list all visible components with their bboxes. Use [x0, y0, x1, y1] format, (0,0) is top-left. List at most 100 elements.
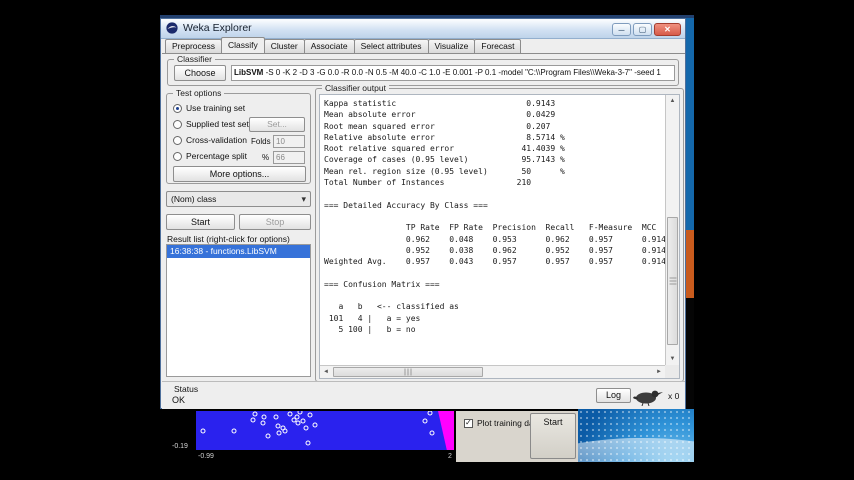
radio-percentage-split-label: Percentage split: [186, 151, 247, 161]
training-data-point: [427, 411, 433, 416]
classifier-scheme-field[interactable]: LibSVM -S 0 -K 2 -D 3 -G 0.0 -R 0.0 -N 0…: [231, 65, 675, 81]
status-label: Status: [174, 384, 199, 394]
plot-y-axis-label: -0.19: [172, 443, 188, 450]
training-data-point: [294, 414, 300, 420]
training-data-point: [231, 428, 237, 434]
screen: Weka Explorer Preprocess Classify Cluste…: [0, 0, 854, 480]
tab-forecast[interactable]: Forecast: [474, 39, 522, 53]
percent-field[interactable]: 66: [273, 151, 305, 164]
status-bar: Status OK Log x 0: [162, 381, 685, 409]
scroll-right-icon[interactable]: ►: [653, 366, 665, 378]
checkbox-checked-icon: [464, 418, 473, 428]
classifier-group: Classifier Choose LibSVM -S 0 -K 2 -D 3 …: [167, 54, 679, 86]
visualizer-plot[interactable]: [196, 411, 454, 450]
scroll-up-icon[interactable]: ▲: [666, 95, 679, 107]
classifier-scheme-params: -S 0 -K 2 -D 3 -G 0.0 -R 0.0 -N 0.5 -M 4…: [263, 68, 661, 77]
plot-x-max-label: 2: [448, 453, 452, 460]
window-title: Weka Explorer: [183, 22, 252, 34]
classify-panel: Classifier Choose LibSVM -S 0 -K 2 -D 3 …: [162, 53, 685, 409]
scroll-down-icon[interactable]: ▼: [666, 353, 679, 365]
result-list[interactable]: 16:38:38 - functions.LibSVM: [166, 244, 311, 377]
boundary-visualizer-window: -0.19 -0.99 2 Plot training data Start: [160, 409, 578, 462]
training-data-point: [282, 428, 288, 434]
start-button[interactable]: Start: [166, 214, 235, 230]
decision-boundary-region: [438, 411, 454, 450]
training-data-point: [260, 420, 266, 426]
set-test-set-button[interactable]: Set...: [249, 117, 305, 132]
classifier-output-group: Classifier output Kappa statistic 0.9143…: [315, 83, 684, 382]
radio-selected-icon: [173, 104, 182, 113]
background-strip: [686, 18, 694, 409]
tab-preprocess[interactable]: Preprocess: [165, 39, 222, 53]
stop-button[interactable]: Stop: [239, 214, 311, 230]
radio-icon: [173, 152, 182, 161]
classifier-scheme-name: LibSVM: [234, 68, 264, 77]
window-controls: [612, 23, 681, 36]
training-data-point: [265, 433, 271, 439]
training-data-point: [297, 411, 303, 415]
classifier-output-text: Kappa statistic 0.9143 Mean absolute err…: [324, 99, 666, 334]
close-icon[interactable]: [654, 23, 681, 36]
result-list-item[interactable]: 16:38:38 - functions.LibSVM: [167, 245, 310, 258]
training-data-point: [422, 418, 428, 424]
tab-cluster[interactable]: Cluster: [263, 39, 305, 53]
percent-label: %: [262, 153, 270, 162]
horizontal-scrollbar[interactable]: ◄ ►: [320, 365, 665, 378]
horizontal-scrollbar-thumb[interactable]: [333, 367, 483, 377]
visualizer-start-button[interactable]: Start: [530, 413, 576, 459]
visualizer-control-panel: Plot training data Start: [456, 411, 578, 462]
radio-cross-validation[interactable]: Cross-validation: [173, 135, 247, 146]
folds-label: Folds: [251, 137, 271, 146]
training-data-point: [312, 422, 318, 428]
training-data-point: [300, 418, 306, 424]
vertical-scrollbar[interactable]: ▲ ▼: [665, 95, 679, 365]
training-data-point: [429, 430, 435, 436]
memory-counter: x 0: [668, 391, 680, 401]
radio-icon: [173, 120, 182, 129]
training-data-point: [276, 430, 282, 436]
training-data-point: [303, 425, 309, 431]
tab-classify[interactable]: Classify: [221, 37, 265, 53]
test-options-group-label: Test options: [173, 88, 225, 98]
status-value: OK: [172, 395, 186, 405]
radio-percentage-split[interactable]: Percentage split: [173, 151, 247, 162]
radio-use-training-set-label: Use training set: [186, 103, 246, 113]
radio-icon: [173, 136, 182, 145]
weka-bird-icon: [633, 390, 663, 406]
training-data-point: [273, 414, 279, 420]
folds-field[interactable]: 10: [273, 135, 305, 148]
scroll-left-icon[interactable]: ◄: [320, 366, 332, 378]
scrollbar-grip: [669, 277, 676, 285]
tab-associate[interactable]: Associate: [303, 39, 355, 53]
maximize-icon[interactable]: [633, 23, 652, 36]
tab-visualize[interactable]: Visualize: [427, 39, 476, 53]
scrollbar-grip: [404, 368, 412, 376]
more-options-button[interactable]: More options...: [173, 166, 306, 182]
class-attribute-value: (Nom) class: [171, 194, 217, 204]
test-options-group: Test options Use training set Supplied t…: [166, 88, 311, 184]
log-button[interactable]: Log: [596, 388, 631, 403]
plot-x-min-label: -0.99: [198, 453, 214, 460]
classifier-output-group-label: Classifier output: [322, 83, 389, 93]
radio-cross-validation-label: Cross-validation: [186, 135, 247, 145]
tab-bar: Preprocess Classify Cluster Associate Se…: [162, 37, 684, 53]
desktop-wallpaper: [578, 409, 694, 462]
background-strip-black: [686, 298, 694, 409]
training-data-point: [307, 412, 313, 418]
minimize-icon[interactable]: [612, 23, 631, 36]
class-attribute-combobox[interactable]: (Nom) class: [166, 191, 311, 207]
weka-app-icon: [166, 22, 178, 34]
vertical-scrollbar-thumb[interactable]: [667, 217, 678, 345]
training-data-point: [305, 440, 311, 446]
tab-select-attributes[interactable]: Select attributes: [353, 39, 429, 53]
choose-classifier-button[interactable]: Choose: [174, 65, 226, 81]
radio-use-training-set[interactable]: Use training set: [173, 103, 245, 114]
title-bar[interactable]: Weka Explorer: [161, 19, 685, 39]
training-data-point: [252, 411, 258, 417]
training-data-point: [287, 411, 293, 417]
radio-supplied-test-set-label: Supplied test set: [186, 119, 249, 129]
classifier-output-panel[interactable]: Kappa statistic 0.9143 Mean absolute err…: [319, 94, 680, 379]
result-list-label: Result list (right-click for options): [167, 234, 290, 244]
classifier-group-label: Classifier: [174, 54, 215, 64]
radio-supplied-test-set[interactable]: Supplied test set: [173, 119, 249, 130]
